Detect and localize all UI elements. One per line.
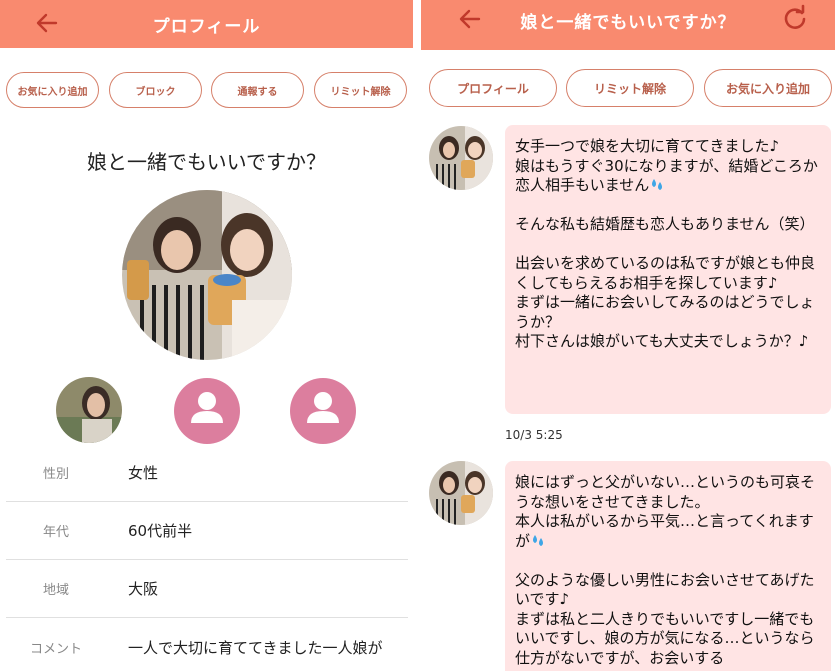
- info-label: コメント: [29, 641, 82, 657]
- message-line: まずは私と二人きりでもいいですし一緒でもいいですし、娘の方が気になる…というなら…: [515, 609, 815, 667]
- profile-button[interactable]: プロフィール: [429, 69, 557, 107]
- user-silhouette-icon: [307, 392, 339, 423]
- report-button[interactable]: 通報する: [211, 72, 304, 108]
- message-line: そんな私も結婚歴も恋人もありません（笑）: [515, 215, 815, 233]
- info-value: 女性: [128, 464, 159, 482]
- chat-screen: 娘と一緒でもいいですか？ プロフィール リミット解除 お気に入り追加 女手一つで…: [421, 0, 835, 671]
- message-line: 女手一つで娘を大切に育ててきました♪: [515, 137, 780, 155]
- photo-thumbnail[interactable]: [56, 377, 122, 443]
- sender-avatar[interactable]: [429, 461, 493, 525]
- empty-photo-slot[interactable]: [174, 378, 240, 444]
- screenshot-root: プロフィール お気に入り追加 ブロック 通報する リミット解除 娘と一緒でもいい…: [0, 0, 835, 671]
- message-line: ​: [515, 551, 821, 571]
- info-row-gender: 性別 女性: [6, 444, 408, 502]
- favorite-add-button[interactable]: お気に入り追加: [6, 72, 99, 108]
- info-row-age: 年代 60代前半: [6, 502, 408, 560]
- message-line: ​: [515, 196, 821, 216]
- profile-screen: プロフィール お気に入り追加 ブロック 通報する リミット解除 娘と一緒でもいい…: [0, 0, 413, 671]
- info-value: 一人で大切に育ててきました一人娘が: [128, 638, 383, 657]
- message-line: 村下さんは娘がいても大丈夫でしょうか？♪: [515, 332, 809, 350]
- message-timestamp: 10/3 5:25: [505, 428, 563, 442]
- sender-avatar[interactable]: [429, 126, 493, 190]
- limit-release-button[interactable]: リミット解除: [314, 72, 407, 108]
- message-line: ​: [515, 235, 821, 255]
- message-line: 娘にはずっと父がいない…というのも可哀そうな想いをさせてきました。: [515, 473, 816, 511]
- main-profile-photo[interactable]: [122, 190, 292, 360]
- panel-divider: [413, 0, 421, 671]
- sweat-drops-icon: [652, 179, 663, 190]
- info-value: 60代前半: [128, 522, 193, 540]
- profile-header: プロフィール: [0, 0, 413, 48]
- message-line: 父のような優しい男性にお会いさせてあげたいです♪: [515, 570, 815, 609]
- user-silhouette-icon: [191, 392, 223, 423]
- profile-title: 娘と一緒でもいいですか？: [87, 150, 326, 174]
- block-button[interactable]: ブロック: [109, 72, 202, 108]
- info-label: 性別: [42, 467, 69, 482]
- message-line: 本人は私がいるから平気…と言ってくれますが: [515, 512, 814, 550]
- message-bubble: 女手一つで娘を大切に育ててきました♪ 娘はもうすぐ30になりますが、結婚どころか…: [505, 125, 831, 414]
- info-row-comment: コメント 一人で大切に育ててきました一人娘が: [6, 618, 408, 671]
- empty-photo-slot[interactable]: [290, 378, 356, 444]
- sweat-drops-icon: [533, 534, 544, 546]
- info-label: 地域: [42, 583, 69, 598]
- chat-title: 娘と一緒でもいいですか？: [520, 13, 736, 33]
- message-bubble: 娘にはずっと父がいない…というのも可哀そうな想いをさせてきました。 本人は私がい…: [505, 461, 831, 671]
- chat-header: 娘と一緒でもいいですか？: [421, 0, 835, 50]
- limit-release-button[interactable]: リミット解除: [566, 69, 694, 107]
- message-line: まずは一緒にお会いしてみるのはどうでしょうか？: [515, 293, 815, 331]
- header-title: プロフィール: [152, 16, 261, 37]
- message-line: 出会いを求めているのは私ですが娘とも仲良くしてもらえるお相手を探しています♪: [515, 254, 816, 292]
- message-line: 娘はもうすぐ30になりますが、結婚どころか恋人相手もいません: [515, 156, 818, 195]
- info-value: 大阪: [128, 580, 159, 598]
- refresh-icon[interactable]: [781, 4, 809, 32]
- info-row-region: 地域 大阪: [6, 560, 408, 618]
- favorite-add-button[interactable]: お気に入り追加: [704, 69, 832, 107]
- info-label: 年代: [42, 525, 69, 540]
